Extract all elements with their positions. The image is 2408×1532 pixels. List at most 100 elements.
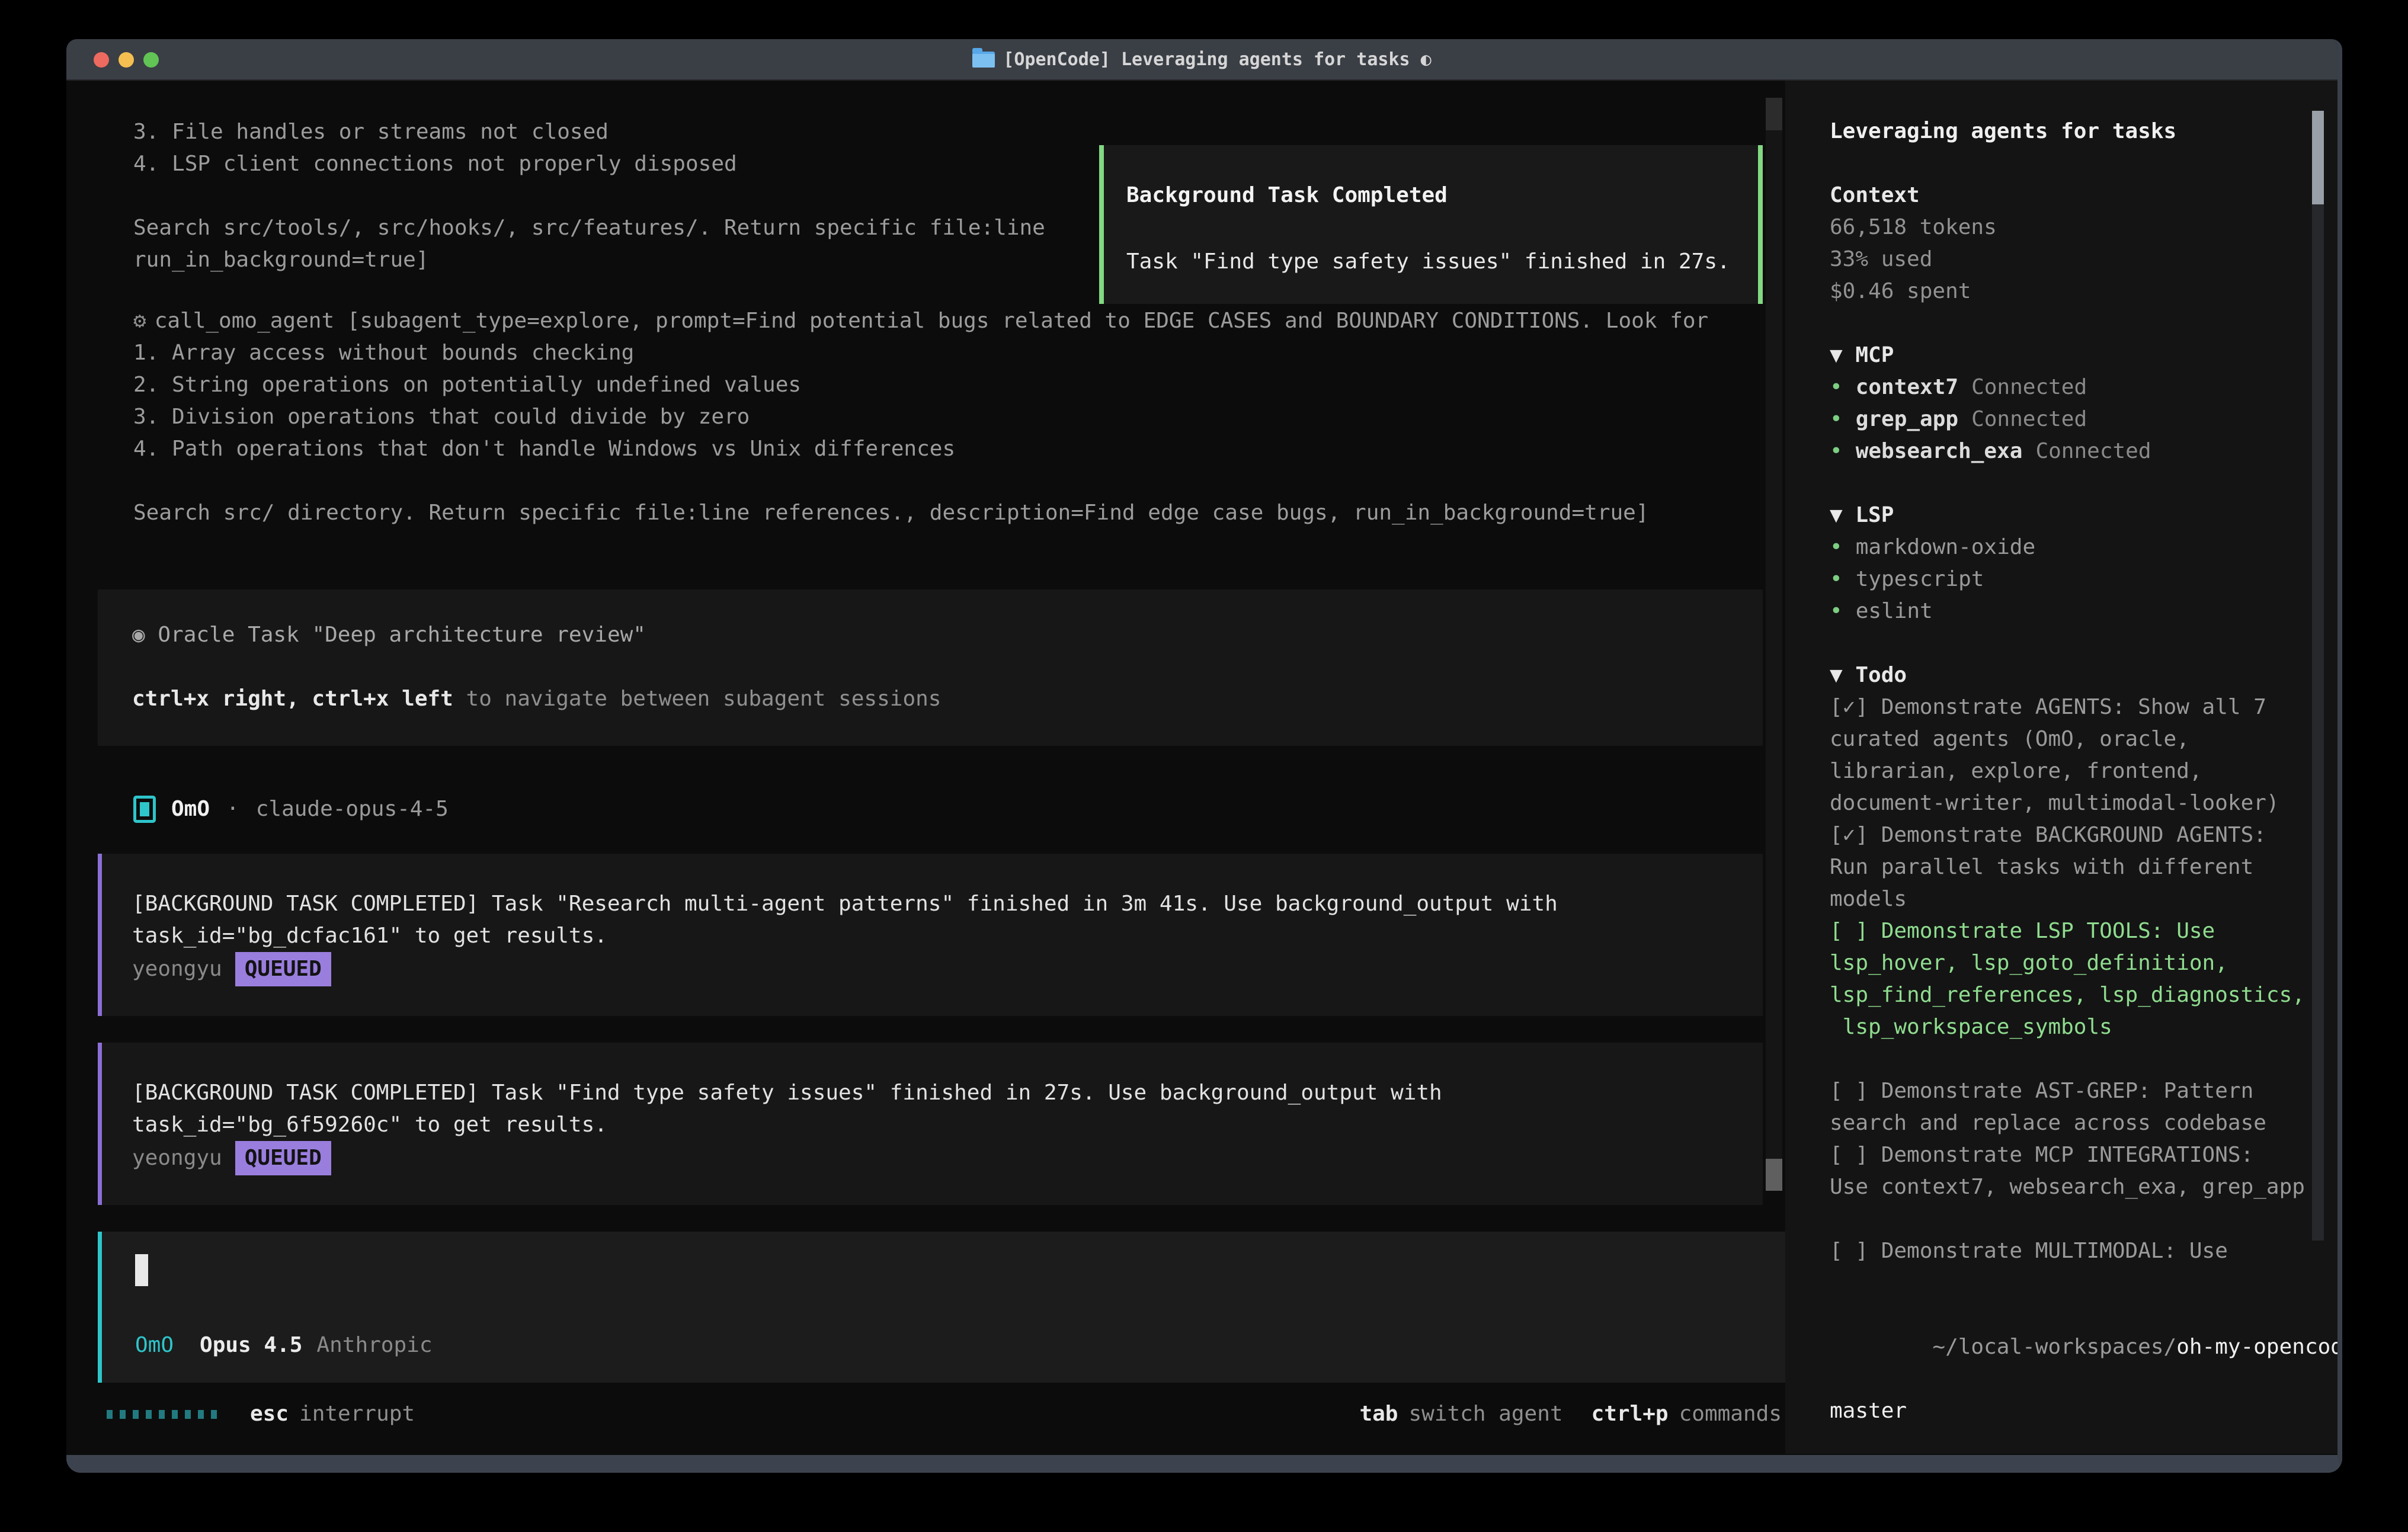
todo-section-heading[interactable]: ▼ Todo — [1830, 659, 2337, 691]
todo-line: Run parallel tasks with different — [1830, 851, 2337, 883]
app-version: 1.0.163 — [1971, 1459, 2061, 1473]
esc-key-label: interrupt — [299, 1398, 415, 1430]
main-scrollbar-cap — [1766, 98, 1782, 130]
background-task-toast[interactable]: Background Task Completed Task "Find typ… — [1099, 145, 1763, 304]
session-sidebar: Leveraging agents for tasks Context 66,5… — [1785, 81, 2337, 1454]
window-title: [OpenCode] Leveraging agents for tasks ◐ — [972, 49, 1431, 70]
todo-line: [✓] Demonstrate BACKGROUND AGENTS: — [1830, 819, 2337, 851]
mcp-section-heading[interactable]: ▼ MCP — [1830, 339, 2337, 371]
gear-icon: ⚙ — [133, 309, 146, 333]
main-scrollbar-thumb[interactable] — [1766, 1159, 1782, 1191]
todo-line: document-writer, multimodal-looker) — [1830, 787, 2337, 819]
task-user: yeongyu — [132, 1142, 222, 1174]
context-spent: $0.46 spent — [1830, 275, 2337, 307]
task-completed-block: [BACKGROUND TASK COMPLETED] Task "Find t… — [98, 1043, 1763, 1205]
tool-call-item: 3. Division operations that could divide… — [133, 401, 1785, 433]
scrollback-line: 3. File handles or streams not closed — [133, 116, 1785, 148]
task-message-line: task_id="bg_dcfac161" to get results. — [132, 920, 1739, 952]
status-bar: esc interrupt tab switch agent ctrl+p co… — [107, 1398, 1782, 1430]
task-user: yeongyu — [132, 953, 222, 985]
todo-line-active: lsp_hover, lsp_goto_definition, — [1830, 947, 2337, 979]
toast-message: Task "Find type safety issues" finished … — [1126, 246, 1744, 278]
status-dot-icon: • — [1830, 1459, 1843, 1473]
separator-dot: · — [226, 793, 239, 825]
todo-line: [ ] Demonstrate AST-GREP: Pattern — [1830, 1075, 2337, 1107]
workspace-path: ~/local-workspaces/oh-my-opencode: — [1830, 1299, 2337, 1395]
todo-line-active: [ ] Demonstrate LSP TOOLS: Use — [1830, 915, 2337, 947]
todo-line-active: lsp_workspace_symbols — [1830, 1011, 2337, 1043]
status-badge: QUEUED — [235, 952, 331, 986]
tool-call-item: 2. String operations on potentially unde… — [133, 369, 1785, 401]
status-dot-icon: • — [1830, 371, 1843, 403]
folder-icon — [972, 52, 995, 68]
lsp-item: •typescript — [1830, 563, 2337, 595]
session-title: Leveraging agents for tasks — [1830, 116, 2337, 148]
toast-title: Background Task Completed — [1126, 180, 1744, 211]
status-dot-icon: • — [1830, 435, 1843, 467]
prompt-input[interactable]: OmO Opus 4.5 Anthropic — [98, 1232, 1785, 1383]
input-meta-row: OmO Opus 4.5 Anthropic — [135, 1329, 1762, 1361]
sidebar-scrollbar-thumb[interactable] — [2312, 111, 2324, 204]
mcp-item: •grep_appConnected — [1830, 403, 2337, 435]
oracle-nav-hint: ctrl+x right, ctrl+x left to navigate be… — [132, 683, 1763, 715]
task-meta-row: yeongyu QUEUED — [132, 1141, 1739, 1175]
workspace-branch: master — [1830, 1395, 2337, 1427]
tool-call-item: 4. Path operations that don't handle Win… — [133, 433, 1785, 465]
tool-call-tail: Search src/ directory. Return specific f… — [133, 497, 1785, 529]
task-meta-row: yeongyu QUEUED — [132, 952, 1739, 986]
input-model-name: Opus 4.5 — [200, 1329, 302, 1361]
spinner-dots — [107, 1410, 217, 1419]
context-tokens: 66,518 tokens — [1830, 211, 2337, 243]
tab-key-hint: tab — [1359, 1398, 1398, 1430]
sidebar-scrollbar[interactable] — [2312, 111, 2324, 1241]
ctrlp-key-hint: ctrl+p — [1592, 1398, 1669, 1430]
minimize-button[interactable] — [119, 52, 134, 68]
app-name: Open — [1856, 1459, 1907, 1473]
app-version-row: • OpenCode 1.0.163 — [1830, 1459, 2337, 1473]
fisheye-icon: ◉ — [132, 623, 145, 647]
lsp-section-heading[interactable]: ▼ LSP — [1830, 499, 2337, 531]
oracle-task-box: ◉ Oracle Task "Deep architecture review"… — [98, 589, 1763, 746]
input-agent-name: OmO — [135, 1329, 174, 1361]
window-titlebar[interactable]: [OpenCode] Leveraging agents for tasks ◐ — [66, 39, 2337, 81]
tool-call-header: ⚙call_omo_agent [subagent_type=explore, … — [133, 305, 1785, 337]
task-message-line: [BACKGROUND TASK COMPLETED] Task "Find t… — [132, 1077, 1739, 1109]
todo-line: search and replace across codebase — [1830, 1107, 2337, 1139]
task-message-line: [BACKGROUND TASK COMPLETED] Task "Resear… — [132, 888, 1739, 920]
esc-key-hint: esc — [250, 1398, 289, 1430]
agent-name: OmO — [171, 793, 210, 825]
traffic-lights — [94, 52, 159, 68]
zoom-button[interactable] — [143, 52, 159, 68]
input-provider-name: Anthropic — [316, 1329, 432, 1361]
agent-session-header[interactable]: OmO · claude-opus-4-5 — [133, 793, 1785, 825]
todo-line: models — [1830, 883, 2337, 915]
task-completed-block: [BACKGROUND TASK COMPLETED] Task "Resear… — [98, 854, 1763, 1016]
todo-line: [✓] Demonstrate AGENTS: Show all 7 — [1830, 691, 2337, 723]
todo-line: Use context7, websearch_exa, grep_app — [1830, 1171, 2337, 1203]
task-message-line: task_id="bg_6f59260c" to get results. — [132, 1109, 1739, 1141]
status-dot-icon: • — [1830, 595, 1843, 627]
todo-line: [ ] Demonstrate MCP INTEGRATIONS: — [1830, 1139, 2337, 1171]
ctrlp-key-label: commands — [1679, 1398, 1782, 1430]
lsp-item: •markdown-oxide — [1830, 531, 2337, 563]
omo-agent-icon — [133, 796, 156, 823]
todo-line: librarian, explore, frontend, — [1830, 755, 2337, 787]
todo-line-active: lsp_find_references, lsp_diagnostics, — [1830, 979, 2337, 1011]
status-dot-icon: • — [1830, 403, 1843, 435]
todo-line: curated agents (OmO, oracle, — [1830, 723, 2337, 755]
tab-key-label: switch agent — [1408, 1398, 1562, 1430]
status-badge: QUEUED — [235, 1141, 331, 1175]
status-dot-icon: • — [1830, 531, 1843, 563]
terminal-main-pane: 3. File handles or streams not closed 4.… — [66, 81, 1785, 1454]
main-scrollbar[interactable] — [1766, 98, 1782, 1191]
hint-keys: ctrl+x right, ctrl+x left — [132, 687, 453, 711]
todo-line: [ ] Demonstrate MULTIMODAL: Use — [1830, 1235, 2337, 1267]
text-cursor — [135, 1254, 148, 1286]
mcp-item: •context7Connected — [1830, 371, 2337, 403]
context-used: 33% used — [1830, 243, 2337, 275]
context-heading: Context — [1830, 180, 2337, 211]
terminal-window: [OpenCode] Leveraging agents for tasks ◐… — [66, 39, 2342, 1473]
lsp-item: •eslint — [1830, 595, 2337, 627]
tool-call-item: 1. Array access without bounds checking — [133, 337, 1785, 369]
close-button[interactable] — [94, 52, 109, 68]
